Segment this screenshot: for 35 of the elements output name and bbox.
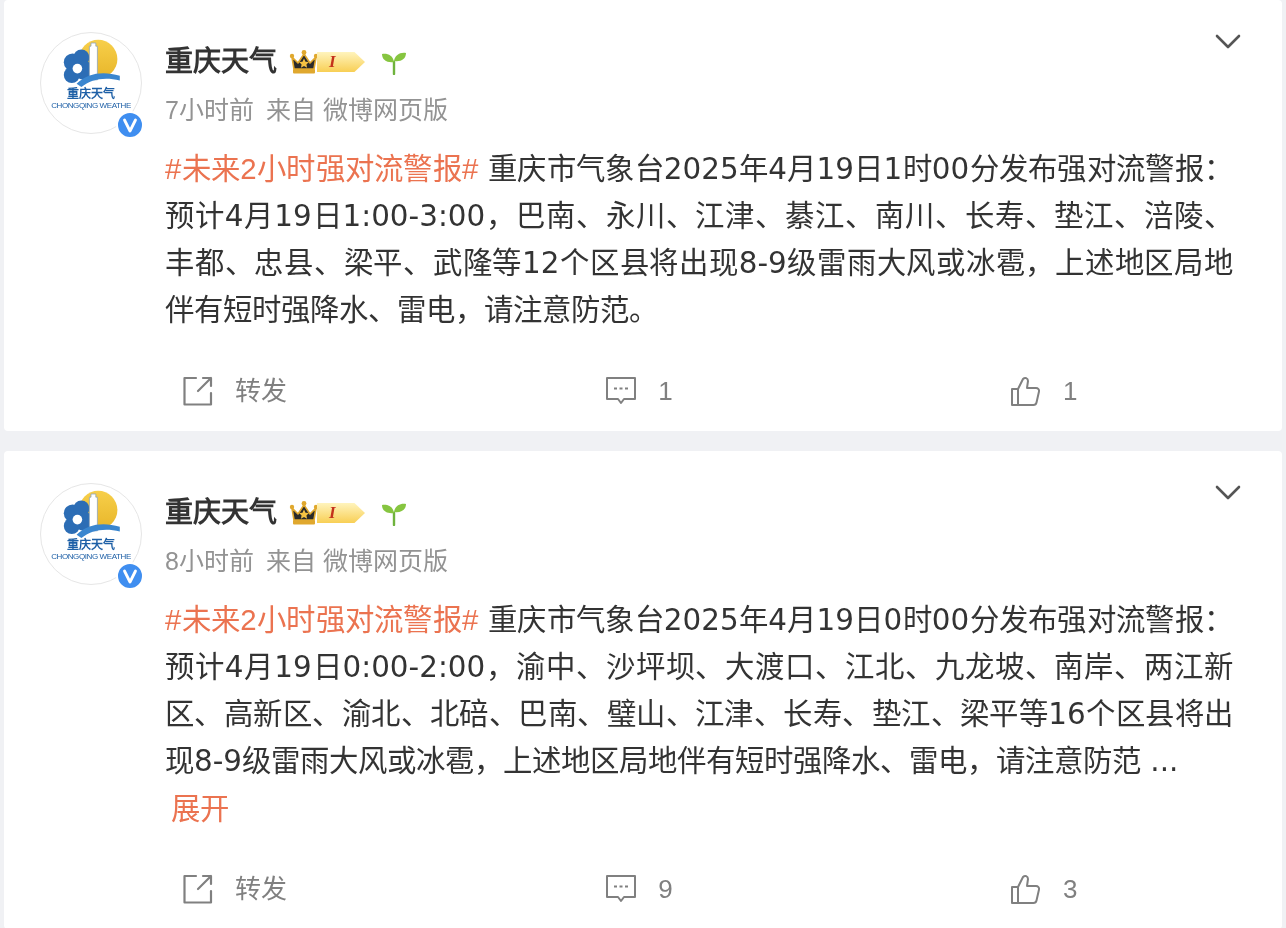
topic-link[interactable]: #未来2小时强对流警报# — [165, 152, 479, 185]
like-button[interactable]: 3 — [1009, 873, 1078, 905]
comment-button[interactable]: 9 — [605, 873, 673, 905]
comment-button[interactable]: 1 — [605, 375, 673, 407]
logo-text: 重庆天气 — [67, 539, 115, 552]
post-time[interactable]: 8小时前 — [165, 546, 254, 576]
chevron-down-icon[interactable] — [1215, 34, 1241, 50]
level-badge: I — [317, 503, 365, 523]
topic-link[interactable]: #未来2小时强对流警报# — [165, 603, 479, 636]
post-text: #未来2小时强对流警报# 重庆市气象台2025年4月19日0时00分发布强对流警报：预计4月19日0:00-2:00，渝中、沙坪坝、大渡口、江北、九龙坡、南岸、两江新区、高新区、渝北、北碚、巴南、璧山、江津、长寿、垫江、梁平等16个区县将出现8-9级雷雨大风或冰雹，上述地区局地伴有短时强降水、雷电，请注意防范 ... — [165, 602, 1234, 780]
weather-logo-icon — [62, 490, 120, 538]
logo-text: 重庆天气 — [67, 88, 115, 101]
level-badge: I — [317, 52, 365, 72]
author-name[interactable]: 重庆天气 — [165, 496, 277, 530]
comment-icon — [605, 376, 638, 406]
thumbs-up-icon — [1009, 375, 1042, 407]
crown-icon — [289, 500, 319, 526]
logo-caption: CHONGQING WEATHE — [51, 101, 131, 110]
repost-button[interactable]: 转发 — [181, 375, 287, 407]
thumbs-up-icon — [1009, 873, 1042, 905]
weather-logo-icon — [62, 39, 120, 87]
like-button[interactable]: 1 — [1009, 375, 1078, 407]
repost-button[interactable]: 转发 — [181, 873, 287, 905]
share-icon — [181, 873, 214, 905]
post-source: 来自 微博网页版 — [265, 95, 448, 125]
logo-caption: CHONGQING WEATHE — [51, 552, 131, 561]
crown-icon — [289, 49, 319, 75]
chevron-down-icon[interactable] — [1215, 485, 1241, 501]
post-time[interactable]: 7小时前 — [165, 95, 254, 125]
expand-link[interactable]: 展开 — [171, 792, 229, 825]
author-name[interactable]: 重庆天气 — [165, 45, 277, 79]
share-icon — [181, 375, 214, 407]
post-source: 来自 微博网页版 — [265, 546, 448, 576]
comment-icon — [605, 874, 638, 904]
post-text: #未来2小时强对流警报# 重庆市气象台2025年4月19日1时00分发布强对流警报：预计4月19日1:00-3:00，巴南、永川、江津、綦江、南川、长寿、垫江、涪陵、丰都、忠县、梁平、武隆等12个区县将出现8-9级雷雨大风或冰雹，上述地区局地伴有短时强降水、雷电，请注意防范。 — [165, 151, 1234, 329]
